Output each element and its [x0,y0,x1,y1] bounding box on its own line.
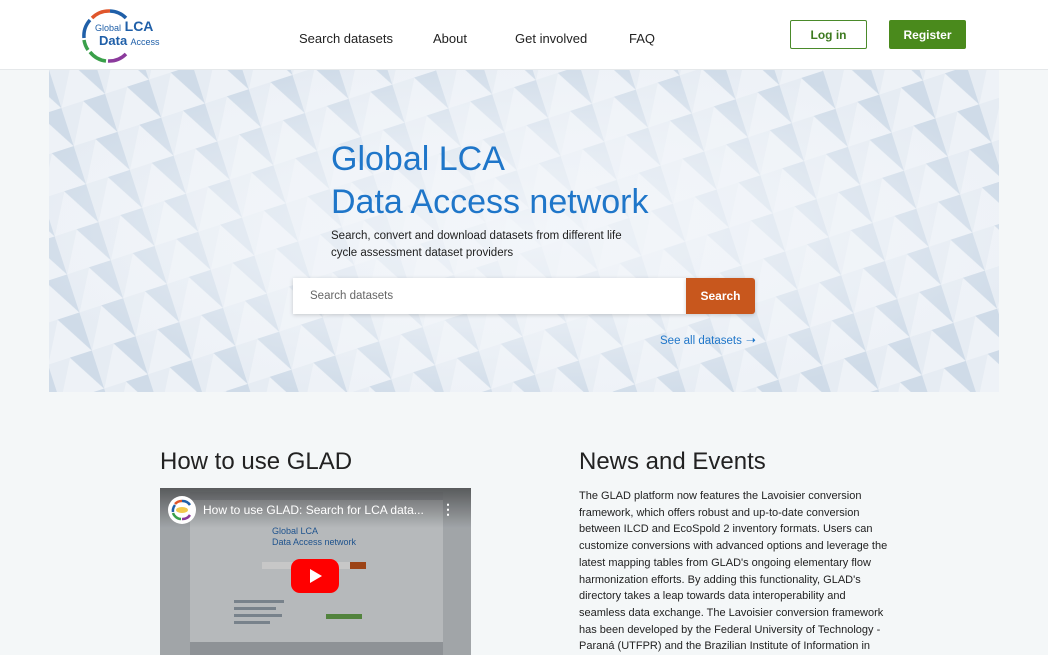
see-all-label: See all datasets [660,335,742,347]
nav-about[interactable]: About [433,31,467,46]
nav-get-involved[interactable]: Get involved [515,31,587,46]
logo-data: Data [99,33,128,48]
hero-subtitle: Search, convert and download datasets fr… [331,230,622,259]
video-title[interactable]: How to use GLAD: Search for LCA data... [203,503,427,517]
how-to-video[interactable]: Global LCA Data Access network How to us… [160,488,471,655]
nav-search-datasets[interactable]: Search datasets [299,31,393,46]
logo-lca: LCA [124,18,154,34]
how-to-title: How to use GLAD [160,448,353,475]
see-all-datasets-link[interactable]: See all datasets ➝ [660,333,756,347]
play-icon[interactable] [291,559,339,593]
channel-avatar[interactable] [168,496,196,524]
hero-title: Global LCA Data Access network [331,138,648,224]
logo-global: Global [95,23,122,33]
glad-channel-icon [171,499,192,521]
login-button[interactable]: Log in [790,20,867,49]
search-button[interactable]: Search [686,278,755,314]
news-title: News and Events [579,448,766,475]
logo-access: Access [130,37,160,47]
more-vert-icon[interactable]: ⋮ [441,501,455,518]
site-header: Global LCA Data Access Search datasets A… [0,0,1048,70]
news-body: The GLAD platform now features the Lavoi… [579,490,888,653]
register-button[interactable]: Register [889,20,966,49]
dataset-search-input[interactable] [293,278,686,314]
nav-faq[interactable]: FAQ [629,31,655,46]
hero-title-line1: Global LCA [331,140,505,178]
arrow-right-icon: ➝ [745,333,756,347]
glad-logo[interactable]: Global LCA Data Access [80,8,160,64]
hero-title-line2: Data Access network [331,183,649,221]
